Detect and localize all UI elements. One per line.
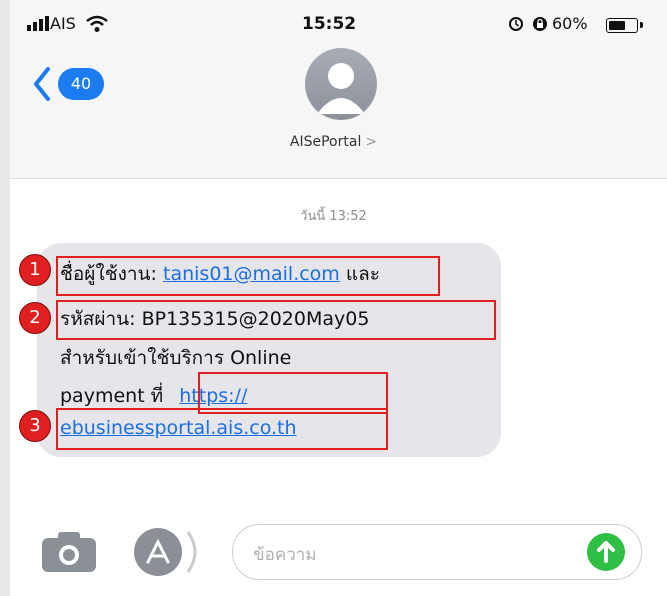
battery-level <box>609 21 625 30</box>
window-edge <box>0 0 10 596</box>
annotation-marker-1: 1 <box>19 254 51 286</box>
highlight-box-link-bottom <box>56 408 388 450</box>
carrier-name: AIS <box>50 14 76 33</box>
battery-tip <box>640 22 643 28</box>
annotation-marker-2: 2 <box>19 302 51 334</box>
contact-name: AISePortal <box>289 134 362 150</box>
battery-icon <box>606 18 638 33</box>
orientation-lock-icon <box>532 15 548 37</box>
contact-avatar-icon[interactable] <box>305 48 377 120</box>
contact-name-row[interactable]: AISePortal > <box>0 134 667 150</box>
app-store-icon[interactable] <box>132 526 202 582</box>
chevron-right-icon: > <box>365 134 378 150</box>
highlight-box-username <box>56 256 440 296</box>
send-arrow-icon <box>597 541 615 563</box>
back-button[interactable]: 40 <box>32 64 112 104</box>
battery-percentage: 60% <box>552 14 588 33</box>
send-button[interactable] <box>587 533 625 571</box>
wifi-icon <box>86 15 108 37</box>
message-input[interactable]: ข้อความ <box>232 524 642 580</box>
annotation-marker-3: 3 <box>19 410 51 442</box>
message-timestamp: วันนี้ 13:52 <box>300 209 367 224</box>
highlight-box-password <box>56 300 496 340</box>
signal-icon <box>27 16 49 31</box>
messages-screen: AIS 15:52 60% 40 AISePortal > วันนี้ 13:… <box>0 0 667 596</box>
payment-text: payment ที่ <box>60 385 164 407</box>
alarm-icon <box>508 15 524 37</box>
camera-icon[interactable] <box>40 530 98 578</box>
unread-count-badge: 40 <box>58 68 104 100</box>
back-chevron-icon <box>34 67 50 101</box>
clock: 15:52 <box>302 14 357 34</box>
message-line-3: สำหรับเข้าใช้บริการ Online <box>60 347 292 369</box>
message-input-placeholder: ข้อความ <box>253 545 317 565</box>
